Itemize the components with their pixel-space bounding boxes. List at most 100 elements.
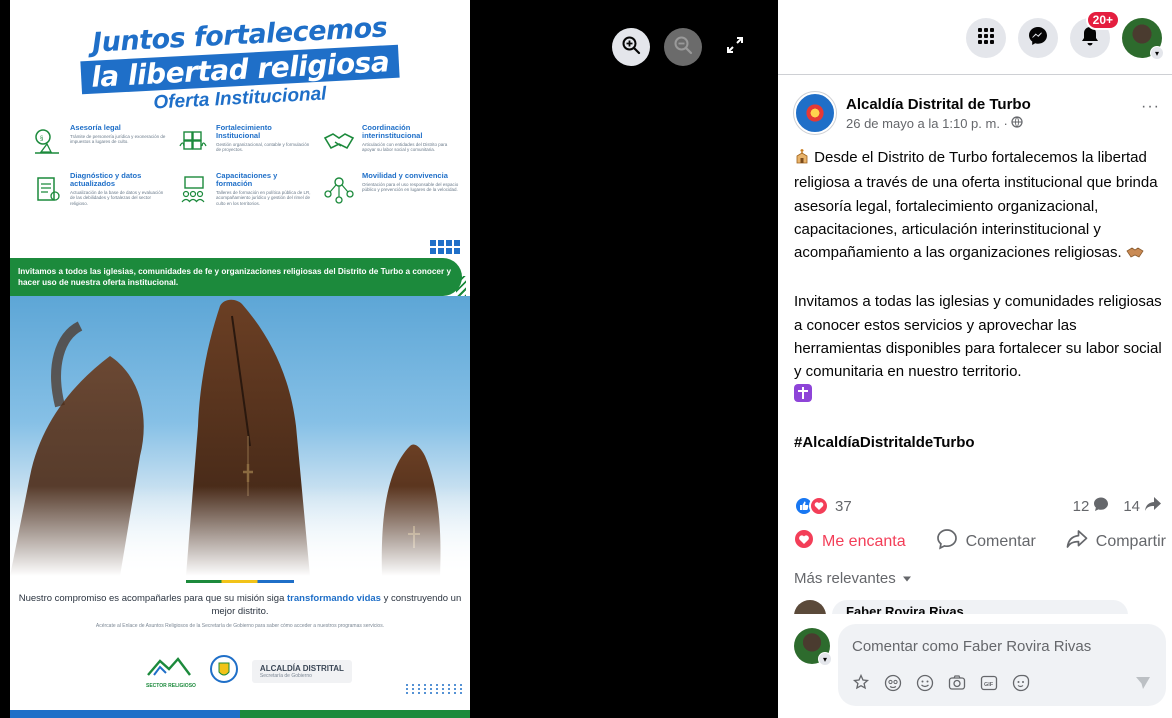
hashtag-link[interactable]: #AlcaldíaDistritaldeTurbo [794, 434, 975, 451]
love-reaction-icon [809, 496, 829, 516]
sticker-face-icon[interactable] [1012, 674, 1030, 692]
service-desc: Gestión organizacional, contable y formu… [216, 141, 310, 153]
comment-button[interactable]: Comentar [936, 528, 1036, 555]
reaction-icons[interactable] [794, 496, 829, 516]
zoom-in-button[interactable] [612, 28, 650, 66]
comment-bubble-icon [1093, 496, 1109, 516]
more-options-button[interactable]: ··· [1141, 98, 1160, 116]
notifications-button[interactable]: 20+ [1070, 10, 1120, 58]
poster-small-print: Acércate al Enlace de Asuntos Religiosos… [95, 622, 385, 629]
comment-box[interactable]: GIF [838, 624, 1166, 706]
messenger-icon [1028, 26, 1048, 51]
emoji-icon[interactable] [916, 674, 934, 692]
comment-input[interactable] [852, 638, 1152, 655]
messenger-button[interactable] [1018, 18, 1058, 58]
reaction-count[interactable]: 37 [835, 498, 852, 515]
praying-hands-photo [10, 296, 470, 576]
classroom-icon [176, 172, 210, 206]
poster-decor-dots [430, 240, 460, 254]
send-icon[interactable] [1134, 674, 1152, 692]
post-timestamp[interactable]: 26 de mayo a la 1:10 p. m. · [846, 116, 1031, 131]
comment-preview[interactable]: Faber Rovira Rivas [794, 600, 1128, 614]
coat-of-arms-logo [209, 654, 238, 689]
svg-text:GIF: GIF [984, 682, 994, 688]
zoom-out-icon [673, 35, 693, 60]
share-count[interactable]: 14 [1123, 496, 1162, 516]
comment-composer: ▾ GIF [794, 624, 1166, 706]
service-item: Diagnóstico y datos actualizados Actualiz… [30, 172, 168, 206]
post-paragraph-1: Desde el Distrito de Turbo fortalecemos … [794, 146, 1162, 266]
post-stats: 37 12 14 [794, 496, 1162, 516]
service-item: § Asesoría legal Trámite de personería ju… [30, 124, 168, 158]
page-name-link[interactable]: Alcaldía Distrital de Turbo [846, 96, 1031, 113]
service-title: Diagnóstico y datos actualizados [70, 171, 142, 188]
app-root: Juntos fortalecemos la libertad religios… [0, 0, 1172, 718]
comment-icon [936, 528, 958, 555]
photo-viewer: Juntos fortalecemos la libertad religios… [0, 0, 778, 718]
menu-button[interactable] [966, 18, 1006, 58]
post-actions: Me encanta Comentar Compartir [794, 528, 1166, 555]
share-button[interactable]: Compartir [1066, 528, 1166, 555]
commenter-name[interactable]: Faber Rovira Rivas [846, 604, 964, 614]
menu-grid-icon [977, 27, 995, 50]
puzzle-hands-icon [176, 124, 210, 158]
globe-icon [1011, 115, 1023, 131]
svg-text:§: § [40, 136, 43, 142]
fullscreen-button[interactable] [716, 28, 754, 66]
poster-invitation-band: Invitamos a todos las iglesias, comunida… [10, 258, 462, 296]
post-image[interactable]: Juntos fortalecemos la libertad religios… [10, 0, 470, 718]
poster-decor-dots-bottom [406, 684, 464, 694]
poster-footer-bar [10, 710, 470, 718]
poster-logos: SECTOR RELIGIOSO ALCALDÍA DISTRITAL Secr… [146, 654, 352, 689]
account-avatar[interactable]: ▾ [1122, 18, 1164, 60]
love-button[interactable]: Me encanta [794, 528, 906, 555]
service-desc: Talleres de formación en política públic… [216, 189, 311, 206]
poster-commitment: Nuestro compromiso es acompañarles para … [10, 580, 470, 629]
share-icon [1066, 529, 1088, 554]
caret-down-icon [902, 570, 912, 587]
top-nav: 20+ ▾ [966, 10, 1164, 60]
divider [778, 74, 1172, 75]
poster-services-grid: § Asesoría legal Trámite de personería ju… [30, 124, 460, 206]
service-title: Capacitaciones y formación [216, 171, 278, 188]
service-title: Movilidad y convivencia [362, 171, 448, 180]
zoom-out-button[interactable] [664, 28, 702, 66]
service-desc: Articulación con entidades del Distrito … [362, 141, 448, 153]
page-avatar[interactable] [794, 92, 836, 134]
service-desc: Orientación para el uso responsable del … [362, 181, 459, 193]
chevron-down-icon: ▾ [1150, 46, 1164, 60]
comment-count[interactable]: 12 [1073, 496, 1110, 516]
service-desc: Actualización de la base de datos y eval… [70, 189, 164, 206]
comment-sort-dropdown[interactable]: Más relevantes [794, 570, 912, 587]
scales-icon: § [30, 124, 64, 158]
service-desc: Trámite de personería jurídica y exonera… [70, 133, 166, 145]
service-item: Capacitaciones y formación Talleres de fo… [176, 172, 314, 206]
sticker-icon[interactable] [852, 674, 870, 692]
heart-icon [794, 529, 814, 554]
handshake-icon [322, 124, 356, 158]
post-paragraph-2: Invitamos a todas las iglesias y comunid… [794, 290, 1162, 406]
latin-cross-icon [794, 384, 812, 403]
network-icon [322, 172, 356, 206]
camera-icon[interactable] [948, 674, 966, 692]
poster-color-rule [186, 580, 294, 583]
commenter-avatar[interactable] [794, 600, 826, 614]
composer-avatar[interactable]: ▾ [794, 628, 832, 666]
service-item: Movilidad y convivencia Orientación para … [322, 172, 460, 206]
post-side-panel: 20+ ▾ Alcaldía Distrital de Turbo 26 de … [778, 0, 1172, 718]
alcaldia-logo: ALCALDÍA DISTRITAL Secretaría de Gobiern… [251, 660, 352, 683]
post-header: Alcaldía Distrital de Turbo 26 de mayo a… [794, 92, 1160, 134]
church-icon [794, 148, 810, 171]
gif-icon[interactable]: GIF [980, 674, 998, 692]
service-title: Asesoría legal [70, 123, 121, 132]
service-item: Coordinación interinstitucional Articulac… [322, 124, 460, 158]
zoom-in-icon [621, 35, 641, 60]
avatar-sticker-icon[interactable] [884, 674, 902, 692]
expand-icon [725, 35, 745, 60]
sector-religioso-logo: SECTOR RELIGIOSO [146, 655, 196, 689]
service-title: Fortalecimiento Institucional [216, 123, 272, 140]
viewer-controls [612, 28, 754, 66]
clipboard-icon [30, 172, 64, 206]
notification-badge: 20+ [1085, 10, 1120, 30]
share-arrow-icon [1144, 496, 1162, 516]
